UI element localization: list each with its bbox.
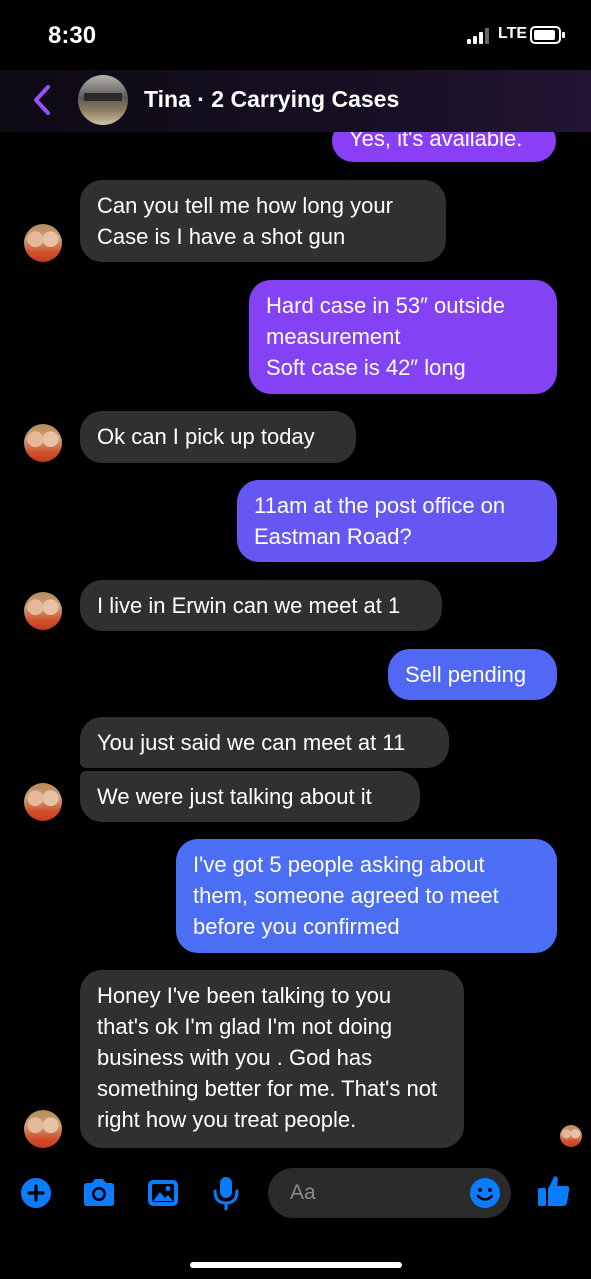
message-text: You just said we can meet at 11 (97, 730, 406, 755)
outgoing-message[interactable]: Sell pending (388, 649, 557, 700)
message-text: Can you tell me how long your Case is I … (97, 193, 393, 249)
network-label: LTE (498, 25, 528, 42)
incoming-message[interactable]: Ok can I pick up today (80, 411, 356, 463)
outgoing-message[interactable]: I've got 5 people asking about them, som… (176, 839, 557, 953)
message-text: Ok can I pick up today (97, 424, 315, 449)
message-text: I live in Erwin can we meet at 1 (97, 593, 401, 618)
incoming-message[interactable]: I live in Erwin can we meet at 1 (80, 580, 442, 631)
conversation-header: Tina · 2 Carrying Cases (0, 70, 591, 132)
plus-circle-icon[interactable] (20, 1177, 52, 1214)
message-text: Sell pending (405, 662, 527, 687)
message-text: Yes, it's available. (349, 132, 523, 151)
contact-avatar[interactable] (24, 224, 62, 262)
message-text: I've got 5 people asking about them, som… (193, 852, 499, 939)
contact-avatar[interactable] (78, 75, 128, 125)
emoji-icon[interactable] (469, 1177, 501, 1214)
contact-avatar[interactable] (24, 592, 62, 630)
camera-icon[interactable] (81, 1177, 117, 1214)
message-text: We were just talking about it (97, 784, 372, 809)
read-receipt-avatar (560, 1125, 582, 1147)
conversation-title[interactable]: Tina · 2 Carrying Cases (144, 86, 399, 113)
home-indicator (190, 1262, 402, 1268)
outgoing-message[interactable]: Yes, it's available. (332, 132, 556, 162)
incoming-message[interactable]: You just said we can meet at 11 (80, 717, 449, 768)
composer-bar: Aa (0, 1163, 591, 1223)
contact-avatar[interactable] (24, 424, 62, 462)
incoming-message[interactable]: Honey I've been talking to you that's ok… (80, 970, 464, 1148)
status-bar: 8:30 LTE (0, 0, 591, 70)
outgoing-message[interactable]: Hard case in 53″ outside measurement Sof… (249, 280, 557, 394)
image-icon[interactable] (146, 1177, 180, 1214)
message-input[interactable]: Aa (268, 1168, 511, 1218)
incoming-message[interactable]: We were just talking about it (80, 771, 420, 822)
status-time: 8:30 (48, 22, 97, 49)
outgoing-message[interactable]: 11am at the post office on Eastman Road? (237, 480, 557, 562)
message-thread[interactable]: Yes, it's available. Can you tell me how… (0, 132, 591, 1156)
microphone-icon[interactable] (212, 1175, 240, 1216)
battery-icon (530, 26, 565, 44)
message-text: Honey I've been talking to you that's ok… (97, 983, 438, 1132)
incoming-message[interactable]: Can you tell me how long your Case is I … (80, 180, 446, 262)
message-text: 11am at the post office on Eastman Road? (254, 493, 506, 549)
chevron-left-icon[interactable] (28, 82, 60, 118)
contact-avatar[interactable] (24, 1110, 62, 1148)
contact-avatar[interactable] (24, 783, 62, 821)
signal-icon (467, 28, 491, 44)
message-text: Hard case in 53″ outside measurement Sof… (266, 293, 505, 380)
input-placeholder: Aa (290, 1181, 316, 1204)
thumbs-up-icon[interactable] (536, 1173, 572, 1214)
